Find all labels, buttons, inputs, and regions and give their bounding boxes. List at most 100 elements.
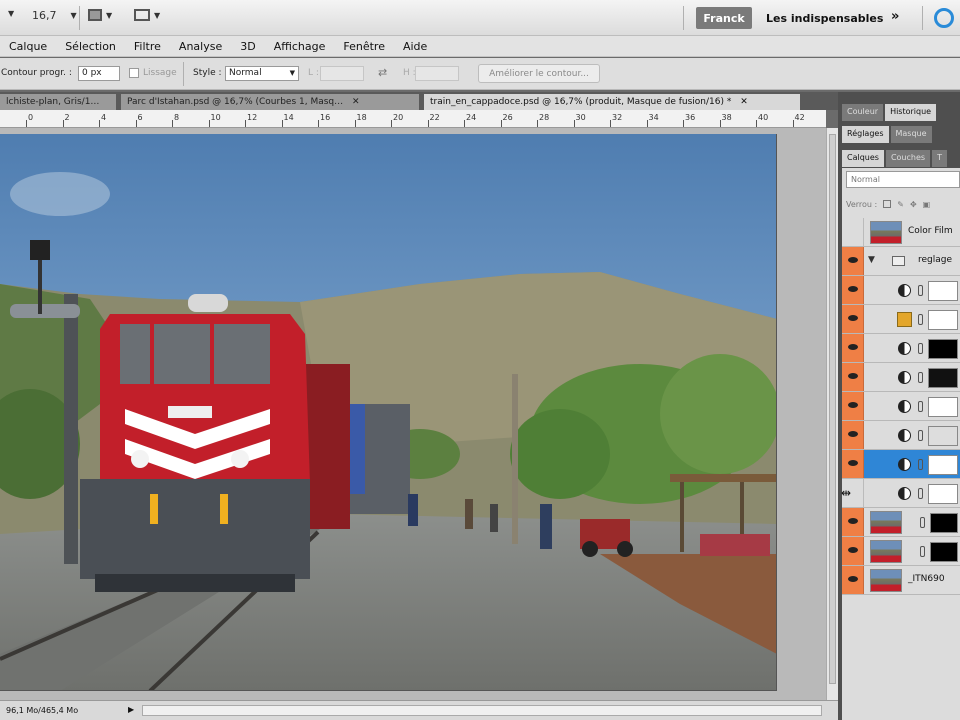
chain-link-icon[interactable] [918,314,923,325]
chain-link-icon[interactable] [918,488,923,499]
layer-row[interactable]: ▼ reglage [842,247,960,276]
hand-tool-dropdown[interactable]: ▼ [8,9,14,18]
layer-mask-thumbnail[interactable] [930,513,958,533]
vertical-scrollbar[interactable] [826,128,838,700]
layer-row[interactable] [842,537,960,566]
layer-mask-thumbnail[interactable] [928,339,958,359]
layer-row[interactable] [842,450,960,479]
tab-couches[interactable]: Couches [885,150,931,167]
close-icon[interactable]: ✕ [740,97,748,107]
chain-link-icon[interactable] [918,459,923,470]
tab-calques[interactable]: Calques [842,150,884,167]
chain-link-icon[interactable] [918,285,923,296]
tab-document-1[interactable]: lchiste-plan, Gris/1… [0,94,116,110]
ruler-tick [281,120,283,127]
menu-calque[interactable]: Calque [9,40,47,53]
visibility-toggle[interactable] [842,218,864,246]
visibility-toggle[interactable] [842,363,864,391]
layer-mask-thumbnail[interactable] [928,484,958,504]
status-menu-arrow-icon[interactable]: ▶ [128,705,134,714]
cs-live-icon[interactable] [934,8,954,28]
layer-mask-thumbnail[interactable] [928,426,958,446]
layer-thumbnail[interactable] [870,221,902,244]
arrange-documents-button[interactable]: ▼ [88,9,112,21]
width-input[interactable] [320,66,364,81]
screen-mode-button[interactable]: ▼ [134,9,160,21]
menu-aide[interactable]: Aide [403,40,427,53]
blend-mode-select[interactable]: Normal [846,171,960,188]
layer-row[interactable] [842,479,960,508]
visibility-toggle[interactable] [842,450,864,478]
swap-icon[interactable]: ⇄ [378,66,387,79]
layer-row[interactable] [842,363,960,392]
layer-mask-thumbnail[interactable] [928,310,958,330]
layer-mask-thumbnail[interactable] [928,455,958,475]
lock-move-icon[interactable]: ✥ [910,200,917,209]
lock-brush-icon[interactable]: ✎ [897,200,904,209]
layer-row[interactable] [842,508,960,537]
menu-3d[interactable]: 3D [240,40,255,53]
layer-thumbnail[interactable] [870,569,902,592]
chain-link-icon[interactable] [920,546,925,557]
menu-filtre[interactable]: Filtre [134,40,161,53]
divider [183,62,184,86]
feather-input[interactable]: 0 px [78,66,120,81]
visibility-toggle[interactable] [842,392,864,420]
layer-thumbnail[interactable] [870,511,902,534]
layer-row[interactable] [842,334,960,363]
close-icon[interactable]: ✕ [352,97,360,107]
visibility-toggle[interactable] [842,508,864,536]
ruler-tick [135,120,137,127]
visibility-toggle[interactable] [842,305,864,333]
expand-group-icon[interactable]: ▼ [868,255,875,265]
tab-couleur[interactable]: Couleur [842,104,884,121]
visibility-toggle[interactable] [842,334,864,362]
tab-historique[interactable]: Historique [885,104,937,121]
lock-row: Verrou : ✎ ✥ ▣ [846,196,960,212]
tab-reglages[interactable]: Réglages [842,126,889,143]
horizontal-scrollbar[interactable] [142,705,822,716]
tab-document-2[interactable]: Parc d'Istahan.psd @ 16,7% (Courbes 1, M… [121,94,419,110]
chain-link-icon[interactable] [918,401,923,412]
layer-thumbnail[interactable] [870,540,902,563]
anti-alias-checkbox[interactable] [129,68,139,78]
layer-mask-thumbnail[interactable] [928,397,958,417]
layer-row[interactable]: _ITN690 [842,566,960,595]
more-workspaces-icon[interactable]: » [891,9,899,24]
visibility-toggle[interactable] [842,421,864,449]
chain-link-icon[interactable] [918,372,923,383]
menu-selection[interactable]: Sélection [65,40,116,53]
chain-link-icon[interactable] [918,430,923,441]
scrollbar-thumb[interactable] [829,134,836,684]
layer-mask-thumbnail[interactable] [930,542,958,562]
chain-link-icon[interactable] [920,517,925,528]
refine-edge-button[interactable]: Améliorer le contour... [478,64,600,83]
zoom-value: 16,7 [32,9,57,22]
visibility-toggle[interactable] [842,276,864,304]
menu-analyse[interactable]: Analyse [179,40,222,53]
style-select[interactable]: Normal ▼ [225,66,299,81]
visibility-toggle[interactable] [842,537,864,565]
layer-row[interactable]: Color Film [842,218,960,247]
zoom-dropdown[interactable]: 16,7 ▼ [32,9,77,22]
layer-row[interactable] [842,305,960,334]
lock-transparency-icon[interactable] [883,200,892,208]
tab-traces[interactable]: T [932,150,947,167]
tab-masque[interactable]: Masque [890,126,932,143]
ruler-tick [464,120,465,127]
lock-all-icon[interactable]: ▣ [923,200,931,209]
layer-mask-thumbnail[interactable] [928,281,958,301]
chain-link-icon[interactable] [918,343,923,354]
tab-document-3[interactable]: train_en_cappadoce.psd @ 16,7% (produit,… [424,94,800,110]
workspace-franck-button[interactable]: Franck [696,7,752,29]
visibility-toggle[interactable] [842,247,864,275]
layer-mask-thumbnail[interactable] [928,368,958,388]
layer-row[interactable] [842,276,960,305]
workspace-essentials-button[interactable]: Les indispensables [766,12,883,25]
layer-row[interactable] [842,392,960,421]
layer-row[interactable] [842,421,960,450]
menu-fenetre[interactable]: Fenêtre [343,40,385,53]
height-input[interactable] [415,66,459,81]
menu-affichage[interactable]: Affichage [274,40,326,53]
visibility-toggle[interactable] [842,566,864,594]
